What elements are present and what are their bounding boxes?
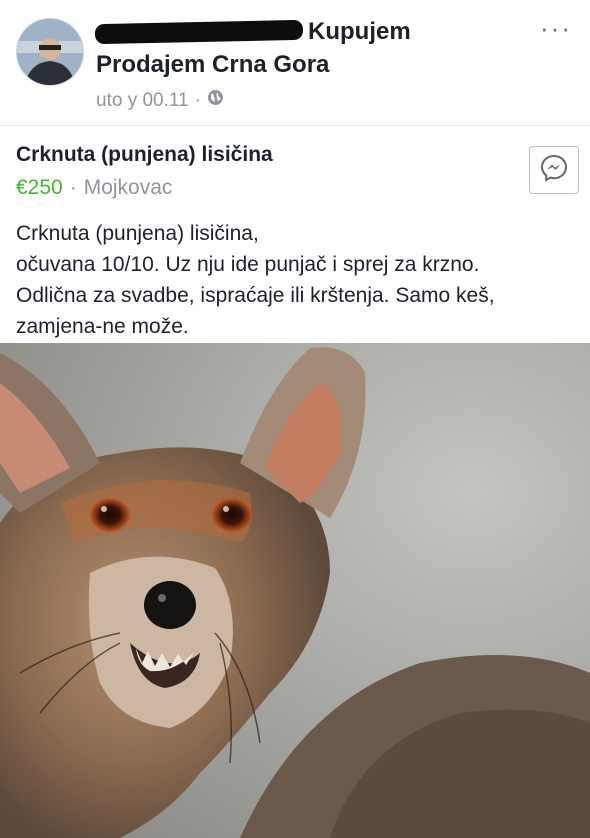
message-seller-button[interactable] (529, 146, 579, 194)
listing-price-location: €250 · Mojkovac (16, 176, 172, 200)
listing-location: Mojkovac (83, 176, 173, 199)
description-line: Odlična za svadbe, ispraćaje ili krštenj… (16, 284, 495, 307)
description-line: Crknuta (punjena) lisičina, (16, 222, 259, 245)
messenger-icon (539, 153, 569, 188)
divider (0, 125, 590, 126)
description-line: očuvana 10/10. Uz nju ide punjač i sprej… (16, 253, 480, 276)
globe-icon (207, 89, 224, 112)
listing-price: €250 (16, 176, 63, 199)
redacted-author-name (94, 19, 304, 45)
description-line: zamjena-ne može. (16, 315, 189, 338)
group-name[interactable]: Kupujem (308, 18, 411, 46)
price-separator: · (69, 176, 77, 199)
listing-photo[interactable] (0, 343, 590, 838)
post-meta: uto y 00.11 · (96, 89, 224, 112)
post-timestamp[interactable]: uto y 00.11 (96, 90, 189, 112)
author-avatar[interactable] (16, 18, 84, 86)
post-header: Kupujem Prodajem Crna Gora uto y 00.11 ·… (0, 0, 590, 125)
group-name-continued[interactable]: Prodajem Crna Gora (96, 51, 329, 79)
listing-description: Crknuta (punjena) lisičina, očuvana 10/1… (16, 218, 576, 342)
more-options-icon[interactable]: ··· (540, 15, 572, 41)
meta-separator: · (194, 89, 201, 111)
listing-title[interactable]: Crknuta (punjena) lisičina (16, 143, 273, 167)
